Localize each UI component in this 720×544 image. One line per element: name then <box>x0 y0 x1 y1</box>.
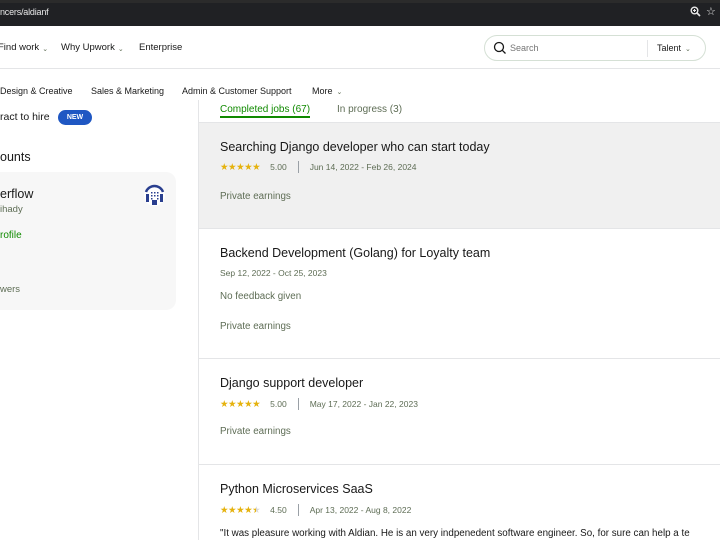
chevron-down-icon: ⌄ <box>336 89 343 96</box>
nav-enterprise[interactable]: Enterprise <box>139 42 182 53</box>
agency-viewers: wers <box>0 284 21 295</box>
job-title[interactable]: Django support developer <box>220 376 363 390</box>
job-dates: Jun 14, 2022 - Feb 26, 2024 <box>309 162 417 172</box>
job-meta: ★ ★ ★ ★ ★ 5.00 May 17, 2022 - Jan 22, 2023 <box>220 398 418 410</box>
agency-profile-link[interactable]: rofile <box>0 230 22 241</box>
nav-find-work[interactable]: Find work ⌄ <box>0 42 48 53</box>
search-divider <box>647 40 648 57</box>
star-icon: ★ <box>220 161 229 173</box>
meta-divider <box>297 398 299 410</box>
new-badge: NEW <box>58 110 92 125</box>
category-design-creative[interactable]: Design & Creative <box>0 86 73 96</box>
job-earnings: Private earnings <box>220 191 291 202</box>
meta-divider <box>297 161 299 173</box>
work-history-tabs: Completed jobs (67) In progress (3) <box>199 100 720 122</box>
search-scope-dropdown[interactable]: Talent ⌄ <box>657 43 691 53</box>
agency-accounts-title: ounts <box>0 150 31 164</box>
star-icon: ★ <box>252 398 261 410</box>
category-admin-support[interactable]: Admin & Customer Support <box>182 86 292 96</box>
job-title[interactable]: Python Microservices SaaS <box>220 482 373 496</box>
job-feedback: "It was pleasure working with Aldian. He… <box>220 528 690 539</box>
job-dates: Apr 13, 2022 - Aug 8, 2022 <box>309 505 412 515</box>
job-feedback: No feedback given <box>220 291 302 302</box>
rating-value: 4.50 <box>270 505 287 515</box>
rating-value: 5.00 <box>270 162 287 172</box>
star-icon: ★ <box>220 504 229 516</box>
star-icon: ★ <box>236 398 245 410</box>
rating-stars: ★ ★ ★ ★ ★ <box>220 504 261 516</box>
job-meta: ★ ★ ★ ★ ★ 5.00 Jun 14, 2022 - Feb 26, 2024 <box>220 161 417 173</box>
category-sales-marketing[interactable]: Sales & Marketing <box>91 86 164 96</box>
job-earnings: Private earnings <box>220 426 291 437</box>
agency-card: erflow ihady rofile wers <box>0 172 176 310</box>
address-bar-url[interactable]: ncers/aldianf <box>0 7 49 17</box>
site-header: Find work ⌄ Why Upwork ⌄ Enterprise Tale… <box>0 26 720 69</box>
category-more-label: More <box>312 86 333 96</box>
nav-why-upwork[interactable]: Why Upwork ⌄ <box>61 42 124 53</box>
star-icon: ★ <box>244 504 253 516</box>
star-icon: ★ <box>228 398 237 410</box>
job-dates: May 17, 2022 - Jan 22, 2023 <box>309 399 418 409</box>
chevron-down-icon: ⌄ <box>685 46 691 53</box>
profile-sidebar: ract to hire NEW ounts erflow ihady rofi… <box>0 100 198 540</box>
rating-value: 5.00 <box>270 399 287 409</box>
tab-completed-jobs[interactable]: Completed jobs (67) <box>220 104 311 118</box>
star-half-icon: ★ <box>252 504 261 516</box>
agency-name[interactable]: erflow <box>0 187 33 201</box>
chevron-down-icon: ⌄ <box>42 45 49 53</box>
job-item[interactable]: Backend Development (Golang) for Loyalty… <box>199 228 720 358</box>
rating-stars: ★ ★ ★ ★ ★ <box>220 398 261 410</box>
browser-toolbar: ncers/aldianf ☆ <box>0 0 720 26</box>
star-icon: ★ <box>236 161 245 173</box>
rating-stars: ★ ★ ★ ★ ★ <box>220 161 261 173</box>
zoom-icon[interactable] <box>690 6 702 18</box>
work-history-panel: Completed jobs (67) In progress (3) Sear… <box>198 100 720 540</box>
star-icon: ★ <box>228 161 237 173</box>
job-title[interactable]: Searching Django developer who can start… <box>220 140 490 154</box>
nav-find-work-label: Find work <box>0 42 40 53</box>
search-bar: Talent ⌄ <box>484 35 706 61</box>
agency-owner: ihady <box>0 204 23 215</box>
star-icon: ★ <box>252 161 261 173</box>
job-item[interactable]: Python Microservices SaaS ★ ★ ★ ★ ★ 4.50 Apr… <box>199 464 720 544</box>
contract-to-hire-label: ract to hire <box>0 111 50 123</box>
search-icon <box>493 41 507 55</box>
search-input[interactable] <box>510 43 630 53</box>
tab-in-progress[interactable]: In progress (3) <box>337 104 402 115</box>
job-item[interactable]: Django support developer ★ ★ ★ ★ ★ 5.00 May … <box>199 358 720 464</box>
nav-enterprise-label: Enterprise <box>139 42 183 53</box>
chevron-down-icon: ⌄ <box>117 45 124 53</box>
job-dates: Sep 12, 2022 - Oct 25, 2023 <box>220 268 327 278</box>
browser-tab-strip <box>0 0 720 3</box>
job-earnings: Private earnings <box>220 321 291 332</box>
star-icon: ★ <box>228 504 237 516</box>
star-icon: ★ <box>236 504 245 516</box>
category-more[interactable]: More ⌄ <box>312 86 342 96</box>
agency-logo-icon <box>143 184 166 207</box>
star-icon: ★ <box>244 161 253 173</box>
job-title[interactable]: Backend Development (Golang) for Loyalty… <box>220 246 490 260</box>
job-meta: ★ ★ ★ ★ ★ 4.50 Apr 13, 2022 - Aug 8, 2022 <box>220 504 411 516</box>
star-icon: ★ <box>220 398 229 410</box>
job-item[interactable]: Searching Django developer who can start… <box>199 122 720 228</box>
search-scope-label: Talent <box>657 43 682 53</box>
star-icon: ★ <box>244 398 253 410</box>
bookmark-star-icon[interactable]: ☆ <box>706 5 718 18</box>
nav-why-upwork-label: Why Upwork <box>61 42 115 53</box>
meta-divider <box>297 504 299 516</box>
